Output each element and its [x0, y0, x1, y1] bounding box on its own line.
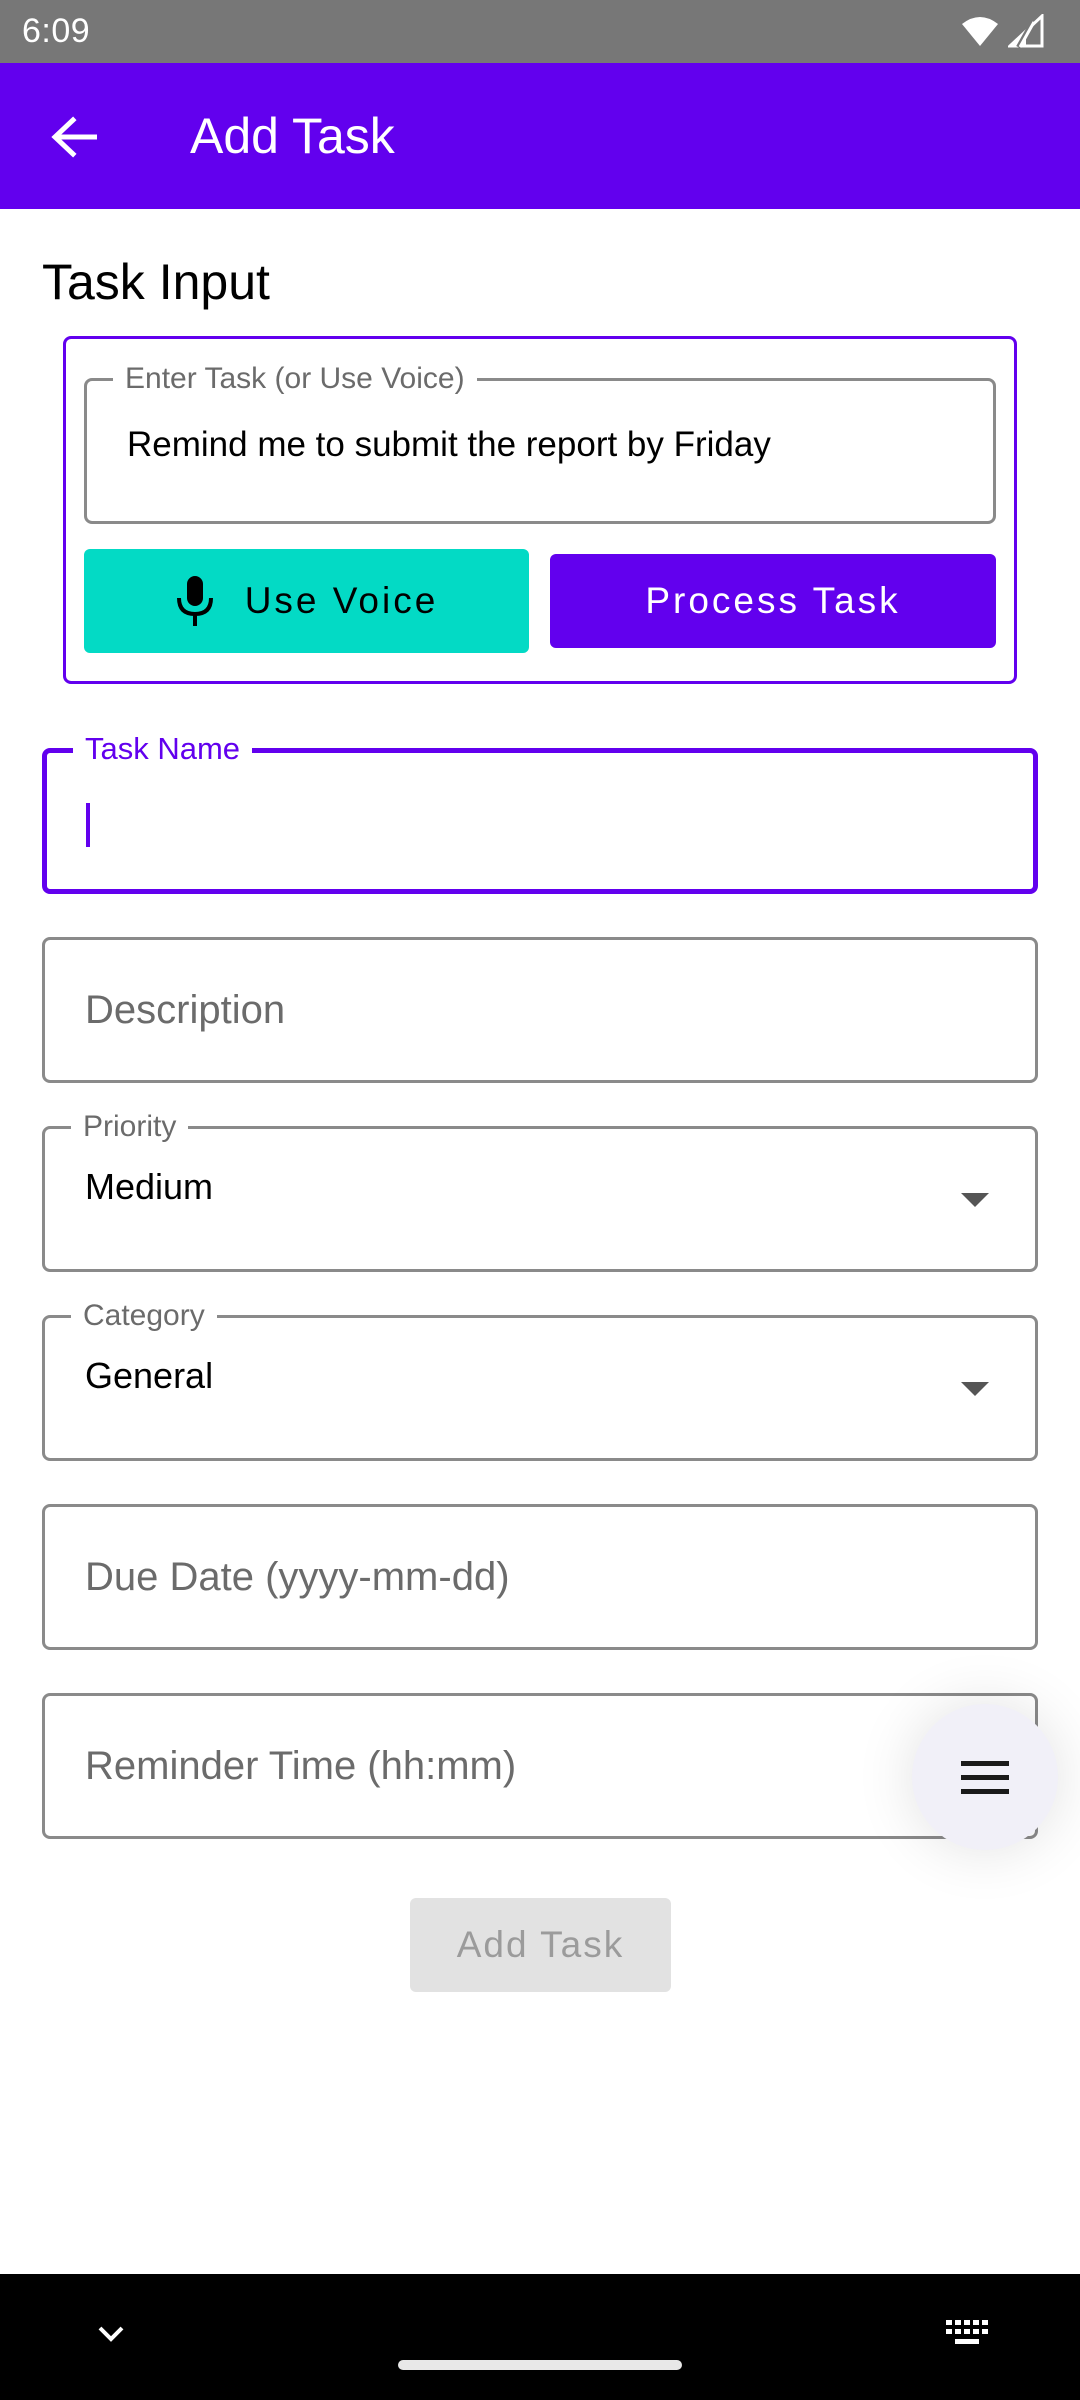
category-select[interactable]: Category General: [42, 1299, 1038, 1461]
system-nav-bar: [0, 2274, 1080, 2400]
menu-icon: [961, 1761, 1009, 1794]
process-task-button[interactable]: Process Task: [550, 554, 996, 648]
section-title: Task Input: [42, 254, 270, 310]
signal-icon: [1008, 14, 1044, 48]
app-bar: Add Task: [0, 63, 1080, 209]
priority-label: Priority: [71, 1110, 189, 1144]
status-time: 6:09: [22, 12, 91, 50]
priority-select[interactable]: Priority Medium: [42, 1110, 1038, 1272]
mic-icon: [176, 576, 213, 626]
reminder-time-field[interactable]: Reminder Time (hh:mm): [42, 1693, 1038, 1839]
add-task-button[interactable]: Add Task: [410, 1898, 671, 1992]
chevron-down-icon: [98, 2326, 124, 2342]
text-caret: [86, 803, 90, 847]
task-name-label: Task Name: [73, 732, 253, 766]
task-voice-input-value: Remind me to submit the report by Friday: [127, 425, 771, 464]
status-icons: [960, 12, 1044, 50]
priority-value: Medium: [85, 1166, 214, 1207]
dropdown-arrow-icon: [961, 1382, 989, 1396]
page-title: Add Task: [190, 108, 395, 164]
status-bar: 6:09: [0, 0, 1080, 63]
due-date-field[interactable]: Due Date (yyyy-mm-dd): [42, 1504, 1038, 1650]
task-voice-input[interactable]: Enter Task (or Use Voice) Remind me to s…: [84, 362, 996, 524]
wifi-icon: [962, 17, 998, 46]
category-value: General: [85, 1355, 214, 1396]
back-button[interactable]: [40, 107, 108, 167]
keyboard-icon: [946, 2320, 988, 2344]
task-voice-input-label: Enter Task (or Use Voice): [113, 362, 477, 396]
due-date-placeholder: Due Date (yyyy-mm-dd): [85, 1555, 510, 1599]
task-name-field[interactable]: Task Name: [42, 732, 1038, 894]
description-field[interactable]: Description: [42, 937, 1038, 1083]
menu-fab[interactable]: [912, 1704, 1058, 1850]
category-label: Category: [71, 1299, 217, 1333]
arrow-back-icon: [51, 116, 97, 158]
use-voice-button[interactable]: Use Voice: [84, 549, 529, 653]
description-placeholder: Description: [85, 988, 286, 1032]
nav-collapse-button[interactable]: [92, 2314, 130, 2352]
use-voice-label: Use Voice: [244, 580, 439, 621]
keyboard-switch-button[interactable]: [944, 2314, 992, 2352]
home-handle[interactable]: [398, 2360, 682, 2370]
reminder-time-placeholder: Reminder Time (hh:mm): [85, 1744, 517, 1788]
process-task-label: Process Task: [645, 580, 901, 621]
add-task-label: Add Task: [456, 1924, 625, 1965]
dropdown-arrow-icon: [961, 1193, 989, 1207]
